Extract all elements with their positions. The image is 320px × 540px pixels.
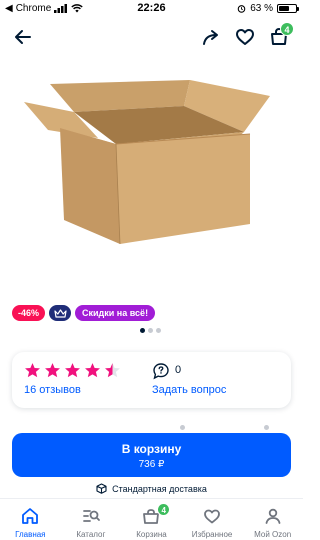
price: 736 ₽ — [138, 459, 165, 470]
tab-label: Корзина — [136, 530, 167, 539]
rating-stars[interactable] — [24, 362, 121, 379]
divider-dot — [180, 425, 185, 430]
questions-count: 0 — [175, 364, 182, 376]
delivery-label: Стандартная доставка — [112, 483, 207, 494]
promo-badge[interactable]: Скидки на всё! — [75, 305, 156, 321]
tab-home[interactable]: Главная — [0, 499, 61, 540]
delivery-info: Стандартная доставка — [0, 483, 303, 494]
profile-icon — [265, 508, 281, 524]
battery-percent: 63 % — [250, 3, 273, 14]
cart-tab-badge: 4 — [157, 503, 171, 516]
arrow-left-icon[interactable] — [10, 24, 36, 50]
gallery-dot[interactable] — [140, 328, 145, 333]
cart-count-badge: 4 — [280, 22, 294, 36]
home-icon — [22, 508, 39, 524]
heart-icon[interactable] — [232, 24, 258, 50]
reviews-link[interactable]: 16 отзывов — [24, 384, 81, 396]
heart-icon — [204, 509, 220, 524]
star-icon — [25, 363, 40, 378]
gallery-dot[interactable] — [156, 328, 161, 333]
gallery-pagination — [140, 328, 161, 333]
divider-dot — [264, 425, 269, 430]
star-icon — [105, 363, 120, 378]
tab-cart[interactable]: 4 Корзина — [121, 499, 182, 540]
question-bubble-icon — [153, 363, 169, 380]
catalog-icon — [82, 510, 100, 522]
star-icon — [65, 363, 80, 378]
bottom-tab-bar: Главная Каталог 4 Корзина Избранное Мой … — [0, 498, 303, 540]
discount-badge: -46% — [12, 305, 46, 321]
tab-label: Каталог — [76, 530, 106, 539]
top-nav: 4 — [0, 20, 303, 54]
rating-card: 16 отзывов 0 Задать вопрос — [12, 352, 291, 408]
box-icon — [96, 483, 107, 494]
tab-favorites[interactable]: Избранное — [182, 499, 243, 540]
battery-icon — [277, 4, 299, 13]
share-icon[interactable] — [198, 24, 224, 50]
add-to-cart-button[interactable]: В корзину 736 ₽ — [12, 433, 291, 477]
product-badges: -46% Скидки на всё! — [12, 305, 156, 321]
star-icon — [85, 363, 100, 378]
status-bar: ◀ Chrome 22:26 63 % — [0, 0, 303, 17]
crown-icon — [53, 308, 67, 318]
product-image[interactable] — [18, 72, 280, 252]
tab-profile[interactable]: Мой Ozon — [242, 499, 303, 540]
premium-crown-badge — [49, 305, 72, 321]
add-to-cart-label: В корзину — [121, 442, 182, 456]
tab-label: Главная — [15, 530, 46, 539]
star-icon — [45, 363, 60, 378]
tab-catalog[interactable]: Каталог — [61, 499, 122, 540]
tab-label: Мой Ozon — [254, 530, 292, 539]
ask-question-link[interactable]: Задать вопрос — [152, 384, 226, 396]
alarm-icon — [237, 5, 246, 13]
tab-label: Избранное — [191, 530, 233, 539]
gallery-dot[interactable] — [148, 328, 153, 333]
